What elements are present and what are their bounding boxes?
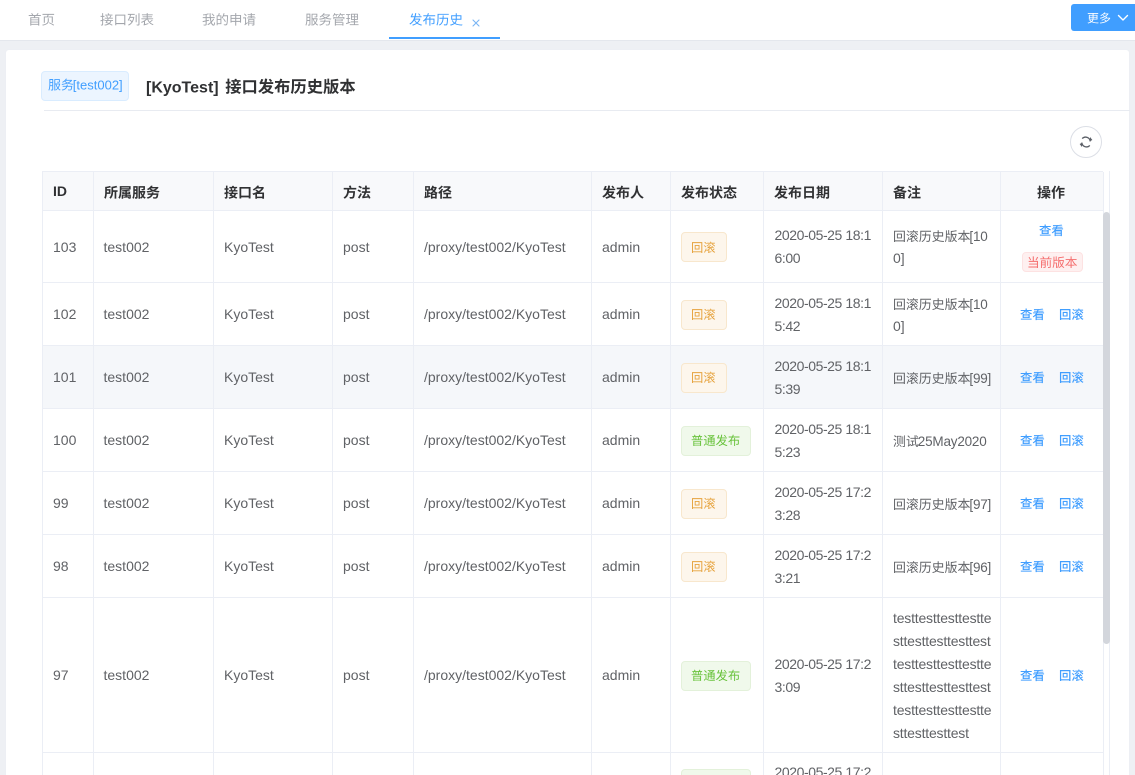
svg-text:[test002]: [test002] <box>73 77 123 92</box>
svg-text:[KyoTest]: [KyoTest] <box>146 79 219 96</box>
svg-text:[97]: [97] <box>969 497 991 512</box>
svg-text:[10: [10 <box>969 297 987 312</box>
svg-text:[96]: [96] <box>969 560 991 575</box>
svg-text:[10: [10 <box>969 229 987 244</box>
svg-text:[99]: [99] <box>969 371 991 386</box>
svg-text:25May2020: 25May2020 <box>918 434 987 449</box>
